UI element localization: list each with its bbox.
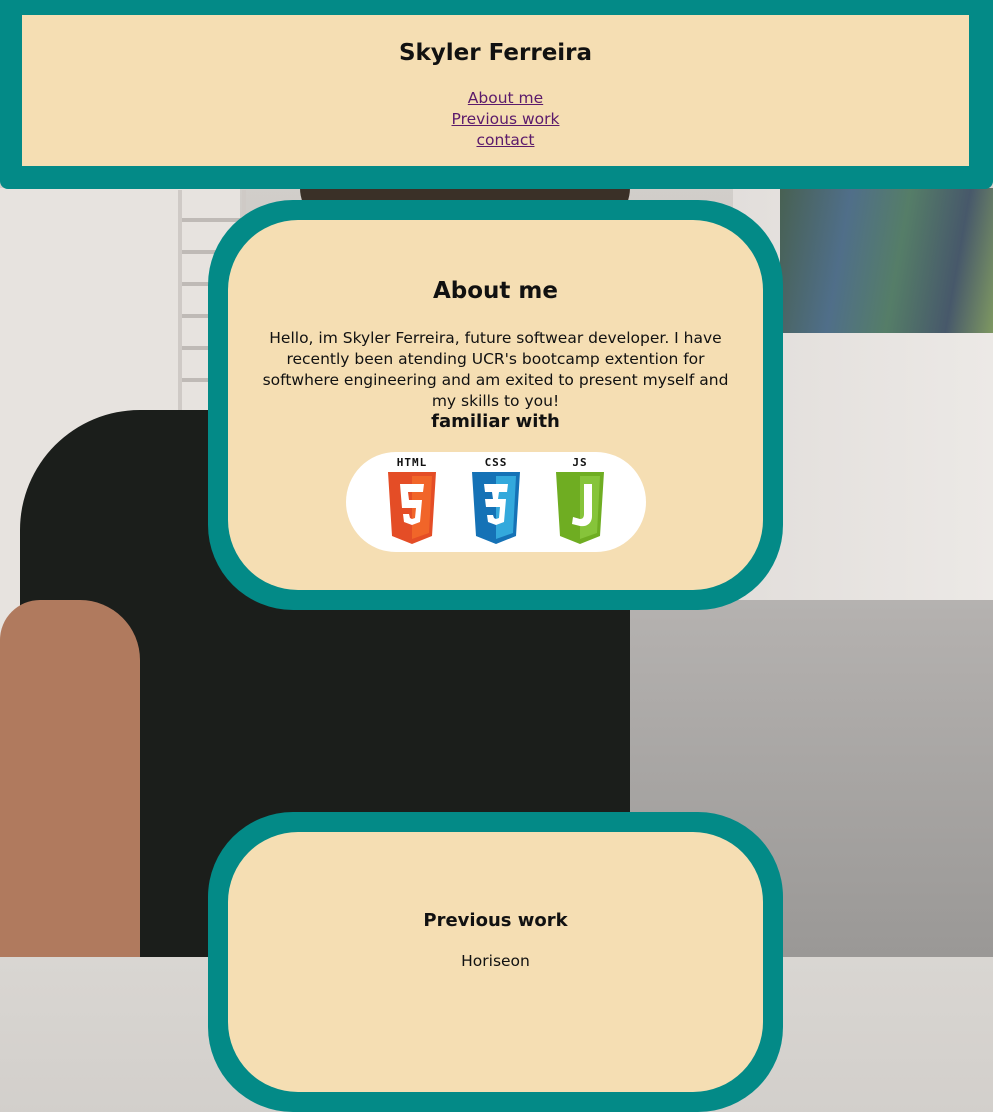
html5-logo: HTML: [381, 456, 443, 548]
familiar-with-title: familiar with: [431, 411, 560, 432]
css3-logo: CSS: [465, 456, 527, 548]
css3-icon: [472, 472, 520, 544]
tech-logos: HTML CSS JS: [346, 452, 646, 552]
site-title: Skyler Ferreira: [398, 40, 593, 66]
previous-work-panel: Previous work Horiseon: [228, 832, 763, 1092]
about-title: About me: [432, 278, 558, 304]
nav-link-contact[interactable]: contact: [476, 130, 534, 151]
header-panel: Skyler Ferreira About me Previous work c…: [22, 15, 969, 166]
about-panel: About me Hello, im Skyler Ferreira, futu…: [228, 220, 763, 590]
previous-work-title: Previous work: [423, 910, 568, 931]
css-label: CSS: [484, 456, 508, 469]
js-logo: JS: [549, 456, 611, 548]
about-text: Hello, im Skyler Ferreira, future softwe…: [262, 329, 729, 410]
js-icon: [556, 472, 604, 544]
js-label: JS: [572, 456, 588, 469]
about-section: About me Hello, im Skyler Ferreira, futu…: [208, 200, 783, 610]
site-header: Skyler Ferreira About me Previous work c…: [0, 0, 993, 189]
background-mural: [780, 188, 993, 333]
background-person-arm: [0, 600, 140, 957]
main-nav: About me Previous work contact: [42, 88, 969, 151]
project-item[interactable]: Horiseon: [228, 952, 763, 970]
previous-work-section: Previous work Horiseon: [208, 812, 783, 1112]
html-label: HTML: [396, 456, 428, 469]
nav-link-previous-work[interactable]: Previous work: [452, 109, 560, 130]
nav-link-about-me[interactable]: About me: [468, 88, 543, 109]
html5-icon: [388, 472, 436, 544]
